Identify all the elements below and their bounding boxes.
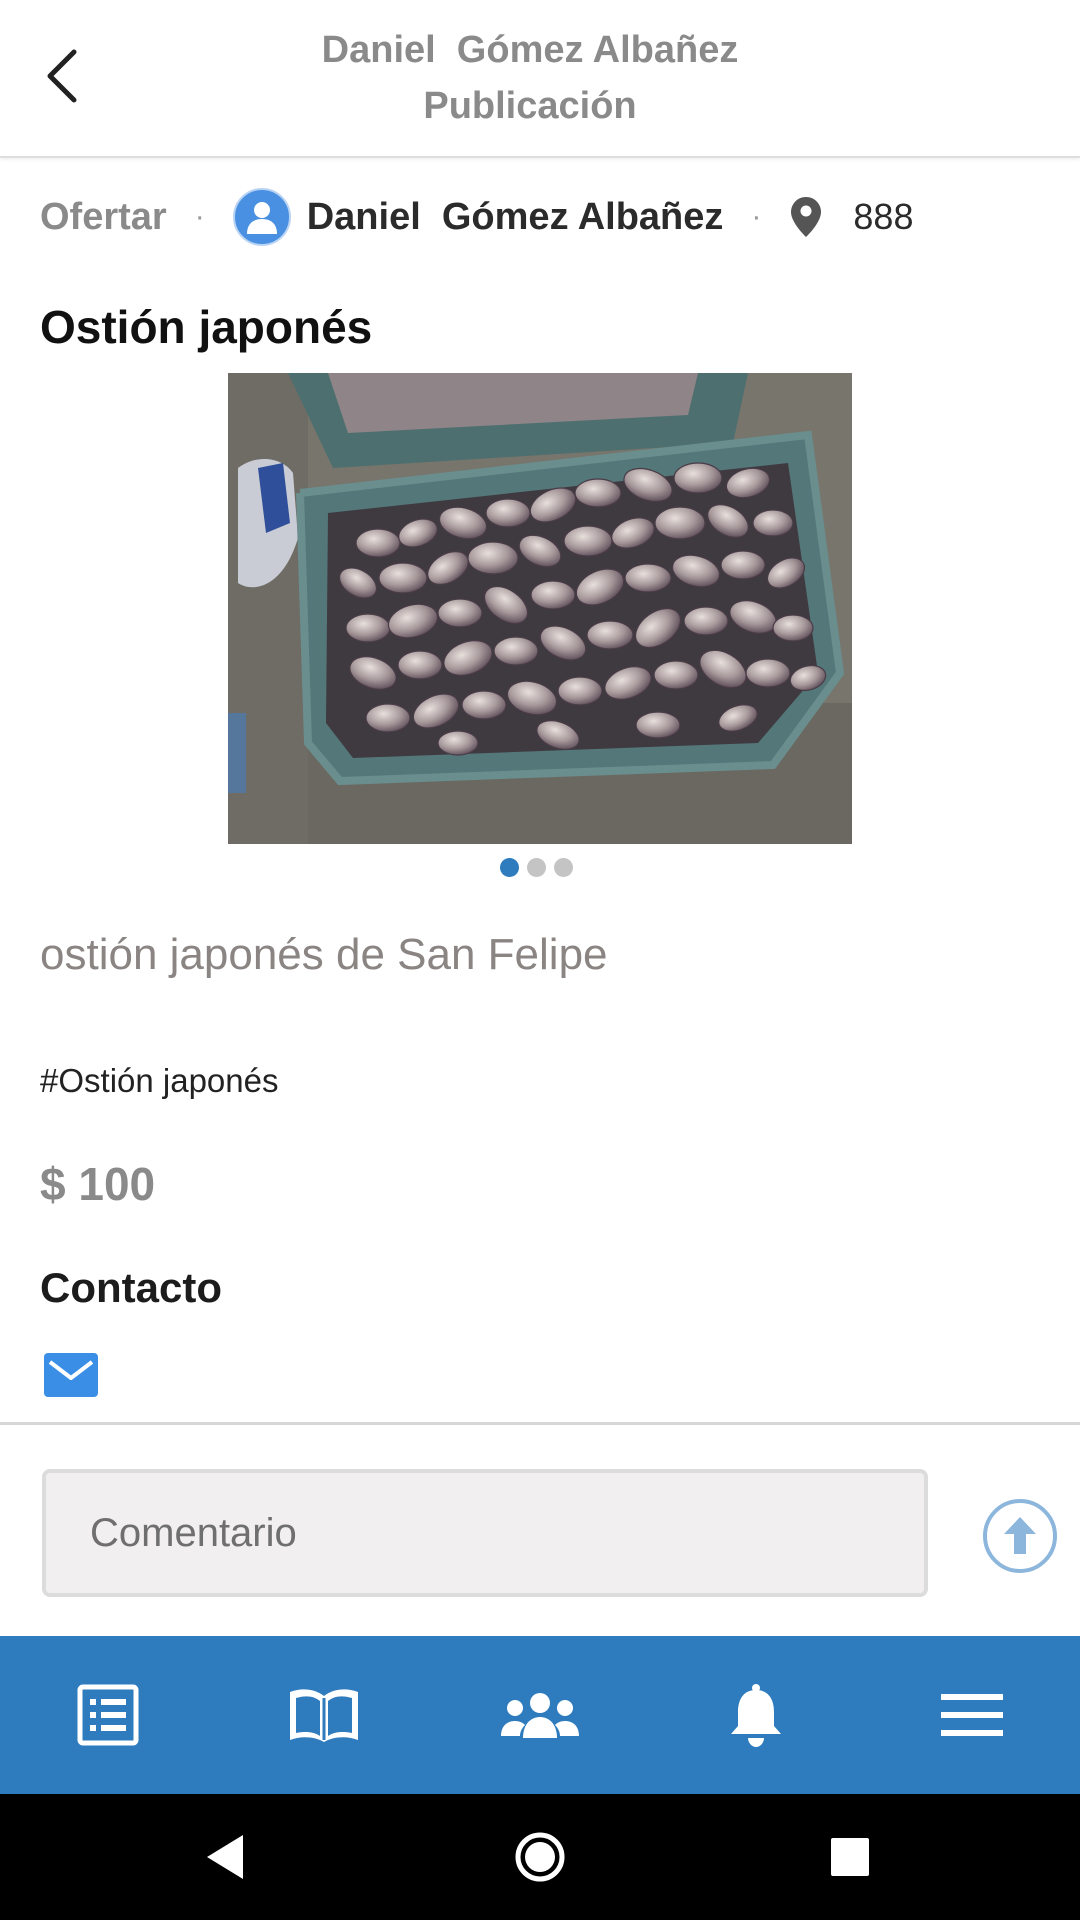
separator-dot: ·: [194, 200, 205, 233]
post-description: ostión japonés de San Felipe: [40, 930, 608, 979]
users-icon: [501, 1693, 579, 1738]
bottom-navigation: [0, 1636, 1080, 1794]
system-back-button[interactable]: [190, 1822, 260, 1892]
arrow-up-circle-icon: [983, 1499, 1057, 1573]
nav-item-notifications[interactable]: [648, 1636, 864, 1794]
mail-icon: [44, 1353, 98, 1397]
chevron-left-icon: [47, 49, 77, 103]
comment-bar: [0, 1422, 1080, 1639]
author-avatar[interactable]: [232, 188, 291, 246]
send-comment-button[interactable]: [982, 1498, 1058, 1574]
back-button[interactable]: [30, 38, 94, 114]
header-subtitle: Publicación: [423, 85, 637, 127]
app-header: Daniel Gómez Albañez Publicación: [0, 0, 1080, 158]
contact-email-button[interactable]: [44, 1353, 98, 1397]
book-icon: [290, 1689, 358, 1742]
post-type: Ofertar: [40, 195, 167, 238]
location-text: 888: [853, 196, 914, 237]
system-recents-button[interactable]: [815, 1822, 885, 1892]
comment-input[interactable]: [42, 1469, 928, 1597]
location-pin-icon: [789, 194, 829, 240]
separator-dot: ·: [751, 200, 762, 233]
system-navigation-bar: [0, 1794, 1080, 1920]
triangle-back-icon: [207, 1835, 243, 1879]
post-meta-row: Ofertar · Daniel Gómez Albañez · 888: [40, 186, 913, 248]
image-pagination: [500, 858, 573, 877]
circle-home-icon: [515, 1832, 565, 1882]
post-hashtag[interactable]: #Ostión japonés: [40, 1062, 279, 1100]
post-title: Ostión japonés: [40, 301, 373, 353]
nav-item-community[interactable]: [432, 1636, 648, 1794]
post-image[interactable]: [228, 373, 852, 844]
contact-heading: Contacto: [40, 1264, 222, 1311]
list-icon: [77, 1684, 139, 1746]
post-price: $ 100: [40, 1158, 156, 1210]
user-icon: [246, 202, 277, 234]
nav-item-menu[interactable]: [864, 1636, 1080, 1794]
pagination-dot-1[interactable]: [500, 858, 519, 877]
square-recents-icon: [831, 1838, 869, 1876]
bell-icon: [731, 1684, 781, 1747]
nav-item-catalog[interactable]: [216, 1636, 432, 1794]
pagination-dot-2[interactable]: [527, 858, 546, 877]
author-name[interactable]: Daniel Gómez Albañez: [307, 196, 724, 239]
pagination-dot-3[interactable]: [554, 858, 573, 877]
nav-item-feed[interactable]: [0, 1636, 216, 1794]
header-title-name: Daniel Gómez Albañez: [321, 29, 739, 71]
menu-icon: [941, 1694, 1003, 1736]
system-home-button[interactable]: [505, 1822, 575, 1892]
header-title: Daniel Gómez Albañez Publicación: [150, 22, 910, 134]
